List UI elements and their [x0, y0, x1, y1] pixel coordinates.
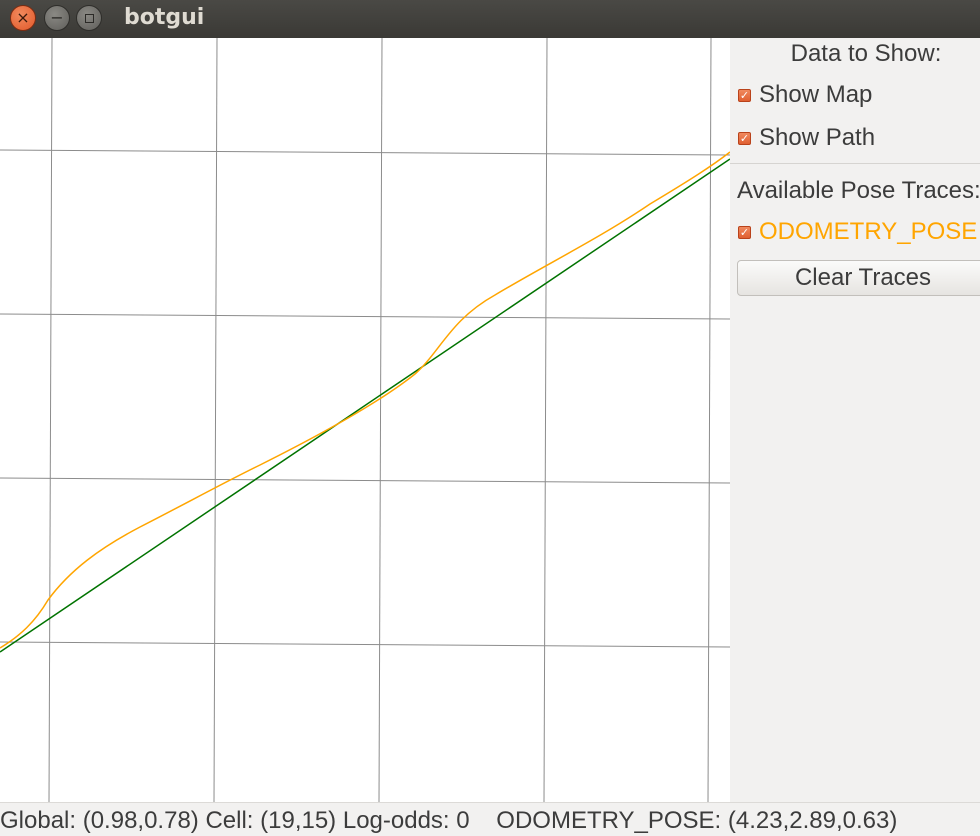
minimize-icon: −	[50, 8, 64, 27]
clear-traces-button[interactable]: Clear Traces	[737, 260, 980, 296]
data-to-show-heading: Data to Show:	[790, 40, 942, 67]
panel-separator	[730, 163, 980, 164]
grid-line-vertical	[707, 38, 712, 802]
odometry-pose-trace	[0, 151, 730, 649]
show-path-label: Show Path	[759, 124, 876, 151]
status-bar: Global: (0.98,0.78) Cell: (19,15) Log-od…	[0, 802, 980, 836]
grid-line-horizontal	[0, 477, 730, 484]
map-view[interactable]	[0, 38, 730, 802]
checkmark-icon: ✓	[738, 225, 751, 239]
grid-line-horizontal	[0, 313, 730, 320]
status-text: Global: (0.98,0.78) Cell: (19,15) Log-od…	[0, 807, 898, 834]
checkmark-icon: ✓	[738, 88, 751, 102]
show-path-checkbox[interactable]: ✓ Show Path	[738, 123, 875, 153]
show-map-checkbox[interactable]: ✓ Show Map	[738, 80, 872, 110]
show-map-label: Show Map	[759, 81, 873, 108]
maximize-icon	[84, 13, 94, 23]
side-panel: Data to Show: ✓ Show Map ✓ Show Path Ava…	[730, 38, 980, 802]
maximize-button[interactable]	[76, 5, 102, 31]
grid-line-horizontal	[0, 149, 730, 156]
grid-line-vertical	[48, 38, 53, 802]
grid-line-horizontal	[0, 641, 730, 648]
checkmark-icon: ✓	[738, 131, 751, 145]
map-canvas[interactable]	[0, 38, 730, 802]
trace-odometry-pose-checkbox[interactable]: ✓ ODOMETRY_POSE	[738, 217, 977, 247]
minimize-button[interactable]: −	[44, 5, 70, 31]
title-bar: × − botgui	[0, 0, 980, 38]
grid-lines	[0, 38, 730, 802]
close-button[interactable]: ×	[10, 5, 36, 31]
window-title: botgui	[124, 5, 205, 30]
close-icon: ×	[16, 8, 30, 27]
pose-traces-heading: Available Pose Traces:	[737, 177, 980, 204]
grid-line-vertical	[213, 38, 218, 802]
grid-line-vertical	[543, 38, 548, 802]
trace-odometry-pose-label: ODOMETRY_POSE	[759, 218, 978, 245]
planned-path	[0, 158, 730, 653]
